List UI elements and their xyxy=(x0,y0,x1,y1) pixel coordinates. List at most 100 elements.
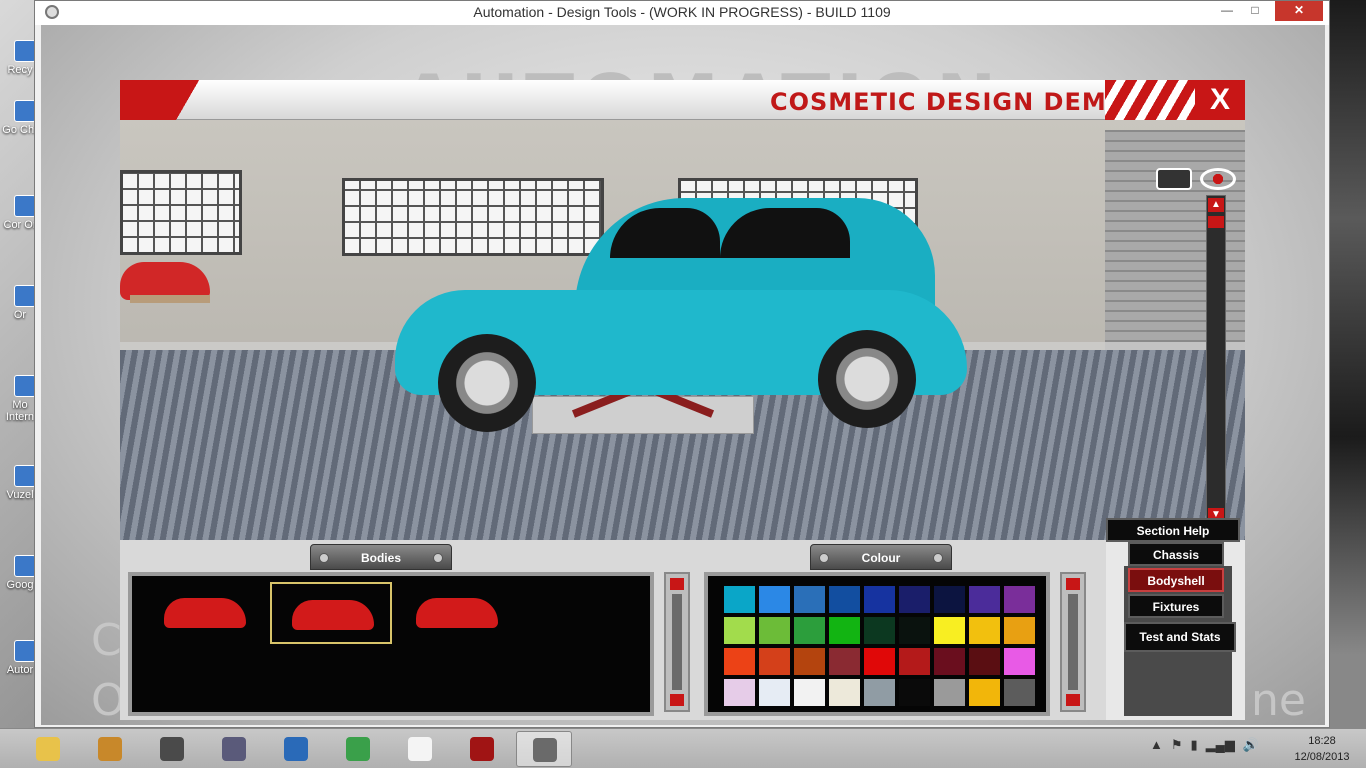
colour-swatch[interactable] xyxy=(969,617,1000,644)
colour-swatch[interactable] xyxy=(899,679,930,706)
blank-doc-icon xyxy=(408,737,432,761)
bodies-scrollbar[interactable] xyxy=(664,572,690,712)
colour-swatch[interactable] xyxy=(864,648,895,675)
close-button[interactable]: ✕ xyxy=(1275,1,1323,21)
colour-swatch[interactable] xyxy=(1004,586,1035,613)
colour-swatch[interactable] xyxy=(759,586,790,613)
colour-swatch[interactable] xyxy=(829,648,860,675)
panel-header: COSMETIC DESIGN DEMO X xyxy=(120,80,1245,120)
chassis-button[interactable]: Chassis xyxy=(1128,542,1224,566)
taskbar-settings-app[interactable] xyxy=(268,731,324,767)
colour-swatch[interactable] xyxy=(864,679,895,706)
colour-swatch[interactable] xyxy=(724,648,755,675)
section-help-button[interactable]: Section Help xyxy=(1106,518,1240,542)
automation-app-icon xyxy=(533,738,557,762)
colour-swatch[interactable] xyxy=(829,586,860,613)
shortcut-label: Goog xyxy=(6,579,34,591)
colour-swatch[interactable] xyxy=(794,648,825,675)
doc-app-icon xyxy=(222,737,246,761)
taskbar-doc-app[interactable] xyxy=(206,731,262,767)
colour-swatch[interactable] xyxy=(864,617,895,644)
tray-icon[interactable]: ▲ xyxy=(1150,737,1163,752)
test-and-stats-button[interactable]: Test and Stats xyxy=(1124,622,1236,652)
tray-icon[interactable]: 🔊 xyxy=(1243,737,1259,753)
taskbar-speaker-app[interactable] xyxy=(144,731,200,767)
panel-close-button[interactable]: X xyxy=(1195,80,1245,120)
maximize-button[interactable]: □ xyxy=(1241,1,1269,21)
shortcut-icon xyxy=(14,375,36,397)
scroll-track[interactable] xyxy=(672,594,682,690)
colour-swatch[interactable] xyxy=(829,617,860,644)
tray-icon[interactable]: ▂▄▆ xyxy=(1206,737,1235,753)
tray-icon[interactable]: ⚑ xyxy=(1171,737,1183,753)
colour-swatch[interactable] xyxy=(759,648,790,675)
colour-swatch[interactable] xyxy=(724,617,755,644)
car-wheel xyxy=(438,334,536,432)
desktop-wallpaper-edge xyxy=(1328,0,1366,728)
colour-swatch[interactable] xyxy=(969,586,1000,613)
colour-swatch[interactable] xyxy=(934,648,965,675)
header-stripe-left xyxy=(120,80,210,120)
colour-swatch[interactable] xyxy=(899,648,930,675)
clock-date: 12/08/2013 xyxy=(1294,751,1350,763)
scroll-track[interactable] xyxy=(1068,594,1078,690)
clock[interactable]: 18:28 12/08/2013 xyxy=(1284,733,1360,765)
minimize-button[interactable]: — xyxy=(1213,1,1241,21)
colour-swatch[interactable] xyxy=(969,648,1000,675)
scroll-down-button[interactable] xyxy=(1066,694,1080,706)
bodyshell-button[interactable]: Bodyshell xyxy=(1128,568,1224,592)
taskbar-file-explorer[interactable] xyxy=(20,731,76,767)
system-tray: ▲ ⚑ ▮ ▂▄▆ 🔊 xyxy=(1150,737,1267,753)
colour-swatch[interactable] xyxy=(934,679,965,706)
colour-swatch[interactable] xyxy=(864,586,895,613)
bolt-icon xyxy=(933,553,943,563)
colour-swatch[interactable] xyxy=(759,679,790,706)
camera-icon[interactable] xyxy=(1156,168,1192,190)
body-option-coupe[interactable] xyxy=(396,582,518,644)
colour-swatch[interactable] xyxy=(794,679,825,706)
taskbar-automation-app[interactable] xyxy=(516,731,572,767)
colour-swatch[interactable] xyxy=(1004,617,1035,644)
colour-swatch[interactable] xyxy=(934,617,965,644)
shortcut-label: Autor xyxy=(6,664,34,676)
shortcut-label: Vuzel xyxy=(6,489,34,501)
background-car-stand xyxy=(130,295,210,303)
colour-swatch[interactable] xyxy=(934,586,965,613)
scroll-up-button[interactable] xyxy=(1066,578,1080,590)
background-text: ne xyxy=(1251,675,1306,726)
scroll-down-button[interactable] xyxy=(670,694,684,706)
taskbar-chrome[interactable] xyxy=(330,731,386,767)
colour-swatch[interactable] xyxy=(969,679,1000,706)
speaker-app-icon xyxy=(160,737,184,761)
colour-swatch[interactable] xyxy=(1004,679,1035,706)
colour-tab-label: Colour xyxy=(861,551,901,565)
colour-swatch[interactable] xyxy=(724,586,755,613)
bolt-icon xyxy=(819,553,829,563)
colour-swatch[interactable] xyxy=(794,586,825,613)
taskbar-power-app[interactable] xyxy=(454,731,510,767)
colour-swatch[interactable] xyxy=(899,586,930,613)
scroll-up-button[interactable] xyxy=(670,578,684,590)
colour-swatch[interactable] xyxy=(899,617,930,644)
car-wheel xyxy=(818,330,916,428)
tray-icon[interactable]: ▮ xyxy=(1191,737,1198,753)
taskbar-app-gold[interactable] xyxy=(82,731,138,767)
colour-swatch[interactable] xyxy=(1004,648,1035,675)
colour-swatch[interactable] xyxy=(794,617,825,644)
zoom-scroll-thumb[interactable] xyxy=(1208,216,1224,228)
body-option-sedan[interactable] xyxy=(270,582,392,644)
colour-swatch[interactable] xyxy=(759,617,790,644)
colour-swatch[interactable] xyxy=(724,679,755,706)
title-bar[interactable]: Automation - Design Tools - (WORK IN PRO… xyxy=(35,1,1329,25)
colour-swatch[interactable] xyxy=(829,679,860,706)
eye-icon[interactable] xyxy=(1200,168,1236,190)
garage-scene[interactable]: ▲ ▼ xyxy=(120,120,1245,540)
taskbar-blank-doc[interactable] xyxy=(392,731,448,767)
shortcut-icon xyxy=(14,285,36,307)
scroll-up-button[interactable]: ▲ xyxy=(1208,198,1224,212)
fixtures-button[interactable]: Fixtures xyxy=(1128,594,1224,618)
colour-scrollbar[interactable] xyxy=(1060,572,1086,712)
zoom-scrollbar[interactable] xyxy=(1206,195,1226,525)
background-text: C xyxy=(91,615,122,666)
body-option-hatchback[interactable] xyxy=(144,582,266,644)
